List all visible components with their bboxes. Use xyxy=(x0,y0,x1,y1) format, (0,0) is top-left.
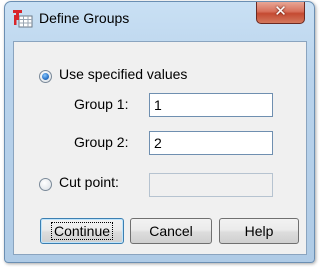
cut-point-radio[interactable] xyxy=(39,178,52,191)
title-bar[interactable]: Define Groups ✕ xyxy=(5,2,314,36)
help-button[interactable]: Help xyxy=(219,218,299,244)
spss-table-icon xyxy=(13,10,33,28)
continue-button[interactable]: Continue xyxy=(40,218,124,244)
dialog-title: Define Groups xyxy=(39,10,130,26)
group1-label: Group 1: xyxy=(74,96,129,112)
use-specified-values-radio[interactable] xyxy=(39,70,52,83)
cut-point-input[interactable] xyxy=(149,173,273,197)
group1-input[interactable]: 1 xyxy=(149,93,273,117)
cancel-button[interactable]: Cancel xyxy=(130,218,212,244)
cut-point-label[interactable]: Cut point: xyxy=(59,174,119,190)
dialog-body: Use specified values Group 1: 1 Group 2:… xyxy=(13,41,307,255)
help-button-label: Help xyxy=(244,223,274,239)
define-groups-dialog: Define Groups ✕ Use specified values Gro… xyxy=(4,1,315,263)
group2-input[interactable]: 2 xyxy=(149,131,273,155)
close-button[interactable]: ✕ xyxy=(256,2,305,24)
close-icon: ✕ xyxy=(274,3,287,20)
use-specified-values-label[interactable]: Use specified values xyxy=(59,66,187,82)
group2-label: Group 2: xyxy=(74,134,129,150)
cancel-button-label: Cancel xyxy=(149,223,193,239)
continue-button-label: Continue xyxy=(50,222,114,240)
